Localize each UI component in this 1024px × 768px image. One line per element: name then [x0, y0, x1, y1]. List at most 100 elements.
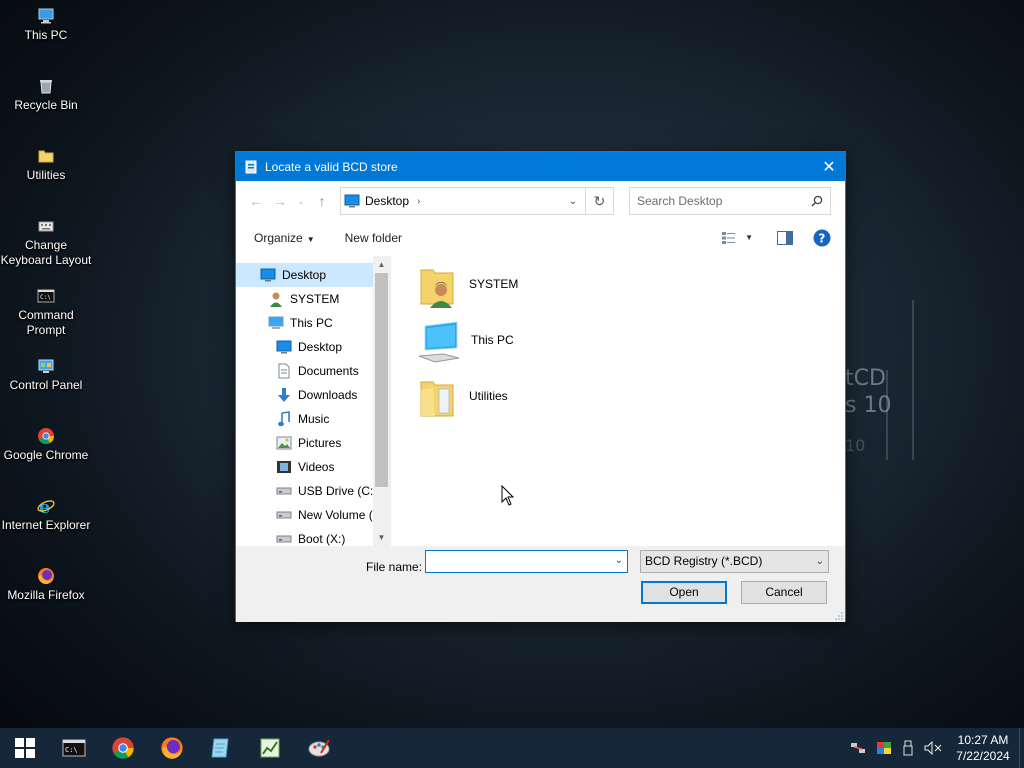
nav-item-label: This PC [290, 316, 333, 330]
taskbar-app-chrome[interactable] [98, 728, 147, 768]
nav-item-this-pc[interactable]: This PC [236, 311, 390, 335]
desktop-icon-command-prompt[interactable]: C:\ Command Prompt [0, 287, 92, 338]
desktop-icon-label: This PC [24, 28, 68, 42]
refresh-button[interactable]: ↻ [585, 188, 613, 214]
tray-volume-muted-icon[interactable] [924, 741, 942, 755]
cmd-icon: C:\ [62, 739, 85, 757]
nav-item-desktop[interactable]: Desktop [236, 263, 374, 287]
tray-network-tool-icon[interactable] [850, 741, 866, 755]
chevron-down-icon: ⌄ [815, 556, 824, 567]
navigation-pane[interactable]: Desktop SYSTEM This PC Desktop Documents Down… [236, 256, 391, 546]
back-button[interactable]: ← [244, 193, 268, 209]
keyboard-icon [38, 221, 54, 232]
file-list[interactable]: SYSTEM This PC Utilities [391, 256, 845, 546]
taskbar-app-notepad[interactable] [196, 728, 245, 768]
close-icon: ✕ [822, 158, 836, 176]
start-icon [14, 738, 35, 758]
nav-item-desktop[interactable]: Desktop [236, 335, 390, 359]
breadcrumb-separator-icon[interactable]: › [417, 196, 420, 207]
desktop-icon-label: Google Chrome [3, 448, 89, 462]
desktop-icon-keyboard-layout[interactable]: Change Keyboard Layout [0, 217, 92, 268]
dialog-footer: File name: ⌄ BCD Registry (*.BCD) ⌄ Open… [236, 546, 845, 622]
desktop-icon-label: Utilities [26, 168, 66, 182]
clock-date: 7/22/2024 [956, 749, 1010, 763]
taskbar-app-firefox[interactable] [147, 728, 196, 768]
desktop-icon-label: Recycle Bin [14, 98, 78, 112]
file-item-this-pc[interactable]: This PC [417, 320, 514, 364]
taskbar-app-chart[interactable] [245, 728, 294, 768]
cancel-button[interactable]: Cancel [741, 581, 827, 604]
dialog-titlebar[interactable]: Locate a valid BCD store ✕ [236, 152, 845, 181]
breadcrumb-desktop[interactable]: Desktop [365, 194, 409, 208]
file-item-utilities[interactable]: Utilities [417, 376, 508, 422]
recent-locations-chevron-icon[interactable]: ⌄ [292, 196, 310, 207]
scroll-thumb[interactable] [375, 273, 388, 487]
desktop-icon-internet-explorer[interactable]: e Internet Explorer [0, 497, 92, 533]
taskbar-clock[interactable]: 10:27 AM 7/22/2024 [947, 732, 1019, 764]
desktop-icon [344, 194, 360, 208]
help-button[interactable]: ? [813, 229, 831, 247]
watermark-text-3: 10 [845, 436, 866, 455]
preview-pane-button[interactable] [777, 230, 793, 245]
show-desktop-button[interactable] [1019, 728, 1024, 768]
nav-item-label: New Volume (D [298, 508, 382, 522]
address-bar[interactable]: Desktop › ⌄ ↻ [340, 187, 614, 215]
resize-grip-icon[interactable] [835, 612, 843, 620]
new-folder-button[interactable]: New folder [345, 231, 402, 245]
scroll-up-icon[interactable]: ▲ [373, 256, 390, 273]
desktop-icon-mozilla-firefox[interactable]: Mozilla Firefox [0, 567, 92, 603]
cmd-icon: C:\ [37, 289, 55, 303]
open-button[interactable]: Open [641, 581, 727, 604]
nav-item-system[interactable]: SYSTEM [236, 287, 390, 311]
nav-item-downloads[interactable]: Downloads [236, 383, 390, 407]
desktop-icon-utilities[interactable]: Utilities [0, 147, 92, 183]
dialog-title: Locate a valid BCD store [265, 159, 398, 174]
close-button[interactable]: ✕ [813, 152, 845, 181]
chart-app-icon [260, 738, 279, 758]
svg-text:e: e [39, 497, 50, 515]
up-button[interactable]: ↑ [310, 193, 334, 209]
command-bar: Organize ▼ New folder ▼ ? [236, 221, 845, 255]
desktop-icon-this-pc[interactable]: This PC [0, 7, 92, 43]
taskbar-app-paint[interactable] [294, 728, 343, 768]
file-name-input[interactable]: ⌄ [425, 550, 628, 573]
navigation-scrollbar[interactable]: ▲ ▼ [373, 256, 390, 546]
file-name-dropdown-icon[interactable]: ⌄ [615, 555, 623, 566]
file-type-select[interactable]: BCD Registry (*.BCD) ⌄ [640, 550, 829, 573]
view-dropdown-icon[interactable]: ▼ [745, 233, 753, 242]
firefox-icon [38, 568, 54, 585]
tray-usb-icon[interactable] [902, 740, 914, 756]
file-name: SYSTEM [469, 277, 519, 291]
forward-button[interactable]: → [268, 193, 292, 209]
clock-time: 10:27 AM [957, 733, 1009, 747]
nav-item-documents[interactable]: Documents [236, 359, 390, 383]
organize-button[interactable]: Organize ▼ [254, 231, 315, 245]
nav-item-usb-drive-c[interactable]: USB Drive (C:) [236, 479, 390, 503]
scroll-down-icon[interactable]: ▼ [373, 529, 390, 546]
nav-item-label: Downloads [298, 388, 358, 402]
change-view-button[interactable] [721, 231, 737, 245]
desktop-icon-google-chrome[interactable]: Google Chrome [0, 427, 92, 463]
search-input[interactable]: Search Desktop [629, 187, 831, 215]
this-pc-icon [268, 315, 284, 331]
nav-item-new-volume-d[interactable]: New Volume (D [236, 503, 390, 527]
user-folder-icon [420, 269, 454, 308]
nav-item-music[interactable]: Music [236, 407, 390, 431]
notepad-icon [210, 738, 229, 758]
nav-item-label: Boot (X:) [298, 532, 346, 546]
taskbar-app-cmd[interactable]: C:\ [49, 728, 98, 768]
tray-color-icon[interactable] [876, 741, 892, 755]
start-button[interactable] [0, 728, 49, 768]
nav-item-videos[interactable]: Videos [236, 455, 390, 479]
desktop-icon-control-panel[interactable]: Control Panel [0, 357, 92, 393]
desktop-icon-label: Mozilla Firefox [7, 588, 85, 602]
address-dropdown-icon[interactable]: ⌄ [561, 196, 585, 207]
nav-item-pictures[interactable]: Pictures [236, 431, 390, 455]
desktop-icon-recycle-bin[interactable]: Recycle Bin [0, 77, 92, 113]
drive-icon [276, 531, 292, 547]
preview-pane-icon [777, 230, 793, 245]
svg-text:C:\: C:\ [40, 294, 51, 301]
file-item-system[interactable]: SYSTEM [417, 264, 518, 310]
recycle-bin-icon [40, 80, 52, 94]
chrome-icon [38, 428, 55, 445]
